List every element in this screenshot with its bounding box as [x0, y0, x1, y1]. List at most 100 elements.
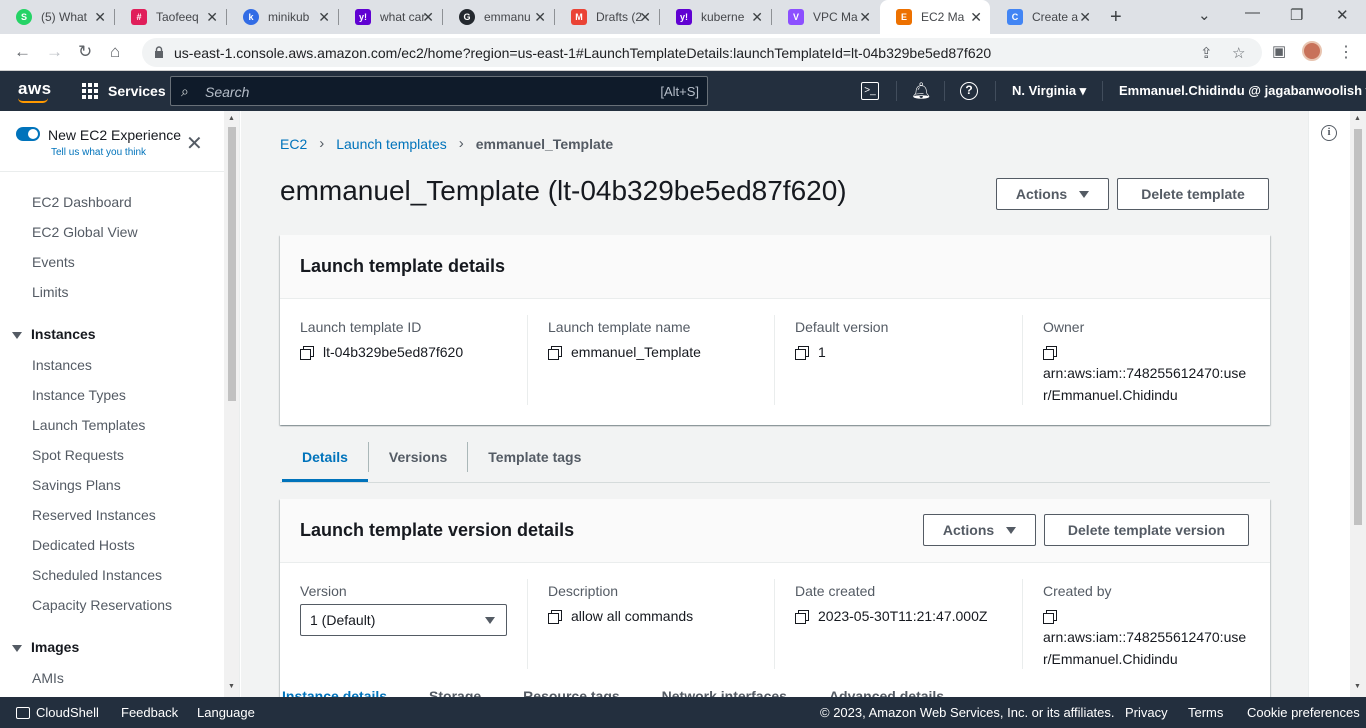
scroll-down-icon[interactable]: ▼ — [228, 683, 235, 690]
copy-icon[interactable] — [1043, 346, 1057, 360]
sidebar-item-capacity-reservations[interactable]: Capacity Reservations — [32, 597, 172, 613]
browser-tab[interactable]: Gemmanu ✕ — [443, 0, 554, 34]
notifications-bell-icon[interactable]: 🔔︎ — [911, 81, 931, 101]
tab-search-icon[interactable]: ⌄ — [1198, 6, 1211, 24]
scroll-down-icon[interactable]: ▼ — [1354, 683, 1361, 690]
actions-button[interactable]: Actions — [996, 178, 1109, 210]
restore-icon[interactable]: ❐ — [1290, 6, 1303, 24]
language-link[interactable]: Language — [197, 705, 255, 720]
close-icon[interactable]: ✕ — [859, 9, 871, 26]
close-icon[interactable]: ✕ — [186, 131, 203, 156]
sidebar-item-ec2-dashboard[interactable]: EC2 Dashboard — [32, 194, 132, 210]
services-menu-button[interactable]: Services — [82, 83, 166, 99]
browser-tab[interactable]: V VPC Ma ✕ — [772, 0, 879, 34]
sidebar-item-spot-requests[interactable]: Spot Requests — [32, 447, 124, 463]
copy-icon[interactable] — [548, 346, 562, 360]
delete-template-button[interactable]: Delete template — [1117, 178, 1269, 210]
forward-icon[interactable]: → — [46, 42, 63, 62]
back-icon[interactable]: ← — [14, 42, 31, 62]
copy-icon[interactable] — [1043, 610, 1057, 624]
account-menu[interactable]: Emmanuel.Chidindu @ jagabanwoolish ▾ — [1119, 83, 1366, 99]
subtab-advanced-details[interactable]: Advanced details — [829, 688, 944, 697]
sidebar-item-dedicated-hosts[interactable]: Dedicated Hosts — [32, 537, 135, 553]
cloudshell-icon[interactable]: >_ — [861, 82, 879, 100]
privacy-link[interactable]: Privacy — [1125, 705, 1168, 720]
sidebar-group-instances[interactable]: Instances — [12, 326, 96, 342]
side-panel-icon[interactable]: ▣ — [1272, 42, 1286, 60]
close-icon[interactable]: ✕ — [639, 9, 651, 26]
share-icon[interactable]: ⇪ — [1200, 44, 1213, 62]
bookmark-star-icon[interactable]: ☆ — [1232, 44, 1245, 62]
copy-icon[interactable] — [795, 346, 809, 360]
sidebar-item-amis[interactable]: AMIs — [32, 670, 64, 686]
url-bar[interactable]: us-east-1.console.aws.amazon.com/ec2/hom… — [142, 38, 1262, 67]
version-actions-button[interactable]: Actions — [923, 514, 1036, 546]
sidebar-group-images[interactable]: Images — [12, 639, 79, 655]
new-experience-toggle[interactable] — [16, 127, 40, 141]
profile-avatar[interactable] — [1302, 41, 1322, 61]
copy-icon[interactable] — [548, 610, 562, 624]
close-icon[interactable]: ✕ — [534, 9, 546, 26]
sidebar-item-events[interactable]: Events — [32, 254, 75, 270]
close-icon[interactable]: ✕ — [1079, 9, 1091, 26]
browser-menu-icon[interactable]: ⋮ — [1338, 42, 1354, 62]
tab-template-tags[interactable]: Template tags — [468, 433, 601, 481]
sidebar-item-launch-templates[interactable]: Launch Templates — [32, 417, 145, 433]
delete-version-button[interactable]: Delete template version — [1044, 514, 1249, 546]
terms-link[interactable]: Terms — [1188, 705, 1223, 720]
info-icon[interactable]: i — [1321, 125, 1337, 141]
subtab-network-interfaces[interactable]: Network interfaces — [662, 688, 787, 697]
scrollbar-thumb[interactable] — [1354, 129, 1362, 525]
tab-details[interactable]: Details — [282, 433, 368, 483]
subtab-instance-details[interactable]: Instance details — [282, 688, 387, 697]
sidebar-item-limits[interactable]: Limits — [32, 284, 69, 300]
scroll-up-icon[interactable]: ▲ — [228, 115, 235, 122]
browser-tab[interactable]: C Create a ✕ — [991, 0, 1099, 34]
sidebar-item-scheduled-instances[interactable]: Scheduled Instances — [32, 567, 162, 583]
browser-tab[interactable]: M Drafts (2 ✕ — [555, 0, 659, 34]
sidebar-scrollbar[interactable]: ▲ ▼ — [224, 111, 239, 697]
close-icon[interactable]: ✕ — [318, 9, 330, 26]
sidebar-item-savings-plans[interactable]: Savings Plans — [32, 477, 121, 493]
cloudshell-button[interactable]: CloudShell — [16, 705, 99, 720]
version-select[interactable]: 1 (Default) — [300, 604, 507, 636]
minimize-icon[interactable]: — — [1245, 4, 1260, 21]
close-icon[interactable]: ✕ — [970, 9, 982, 26]
search-input[interactable] — [205, 82, 605, 102]
close-icon[interactable]: ✕ — [94, 9, 106, 26]
breadcrumb-launch-templates[interactable]: Launch templates — [336, 136, 447, 152]
browser-tab[interactable]: k minikub ✕ — [227, 0, 338, 34]
browser-tab[interactable]: y! kuberne ✕ — [660, 0, 771, 34]
subtab-resource-tags[interactable]: Resource tags — [523, 688, 619, 697]
browser-tab[interactable]: S (5) What ✕ — [0, 0, 114, 34]
sidebar-item-instances[interactable]: Instances — [32, 357, 92, 373]
window-close-icon[interactable]: ✕ — [1336, 6, 1349, 24]
sidebar-item-global-view[interactable]: EC2 Global View — [32, 224, 138, 240]
sidebar-item-reserved-instances[interactable]: Reserved Instances — [32, 507, 156, 523]
copy-icon[interactable] — [795, 610, 809, 624]
cookie-preferences-link[interactable]: Cookie preferences — [1247, 705, 1360, 720]
subtab-storage[interactable]: Storage — [429, 688, 481, 697]
sidebar-item-instance-types[interactable]: Instance Types — [32, 387, 126, 403]
close-icon[interactable]: ✕ — [206, 9, 218, 26]
copy-icon[interactable] — [300, 346, 314, 360]
browser-tab[interactable]: # Taofeeq ✕ — [115, 0, 226, 34]
help-icon[interactable]: ? — [960, 82, 978, 100]
new-tab-icon[interactable]: + — [1110, 6, 1122, 29]
feedback-link[interactable]: Feedback — [121, 705, 178, 720]
breadcrumb-ec2[interactable]: EC2 — [280, 136, 307, 152]
feedback-link[interactable]: Tell us what you think — [51, 147, 146, 158]
close-icon[interactable]: ✕ — [751, 9, 763, 26]
browser-tab[interactable]: y! what car ✕ — [339, 0, 442, 34]
tab-versions[interactable]: Versions — [369, 433, 467, 481]
aws-logo[interactable]: aws — [18, 79, 52, 99]
region-selector[interactable]: N. Virginia ▾ — [1012, 83, 1086, 99]
scroll-up-icon[interactable]: ▲ — [1354, 115, 1361, 122]
home-icon[interactable]: ⌂ — [110, 42, 120, 62]
search-box[interactable]: ⌕ [Alt+S] — [170, 76, 708, 106]
reload-icon[interactable]: ↻ — [78, 42, 92, 62]
close-icon[interactable]: ✕ — [422, 9, 434, 26]
main-scrollbar[interactable]: ▲ ▼ — [1350, 111, 1366, 697]
browser-tab-active[interactable]: E EC2 Ma ✕ — [880, 0, 990, 34]
scrollbar-thumb[interactable] — [228, 127, 236, 401]
